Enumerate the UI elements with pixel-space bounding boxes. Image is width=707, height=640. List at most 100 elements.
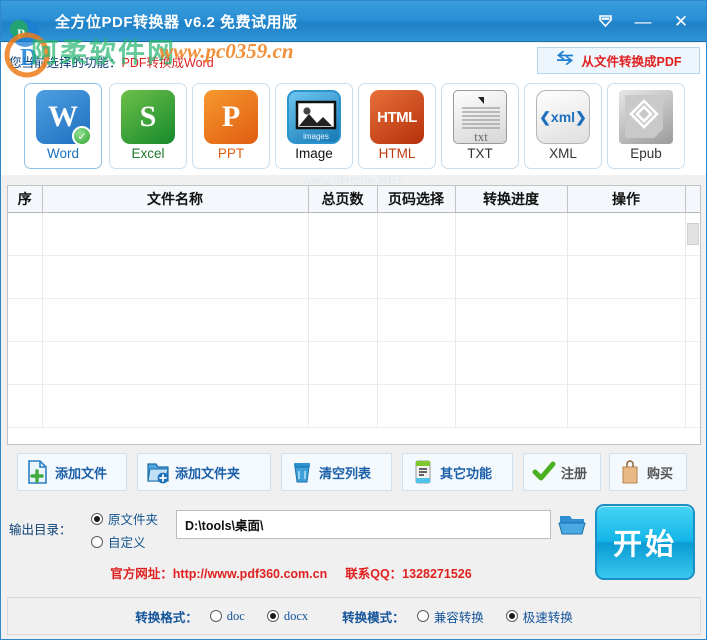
column-header-action[interactable]: 操作 <box>567 186 686 213</box>
converter-label-image: Image <box>295 146 333 161</box>
radio-custom-folder-label: 自定义 <box>108 536 146 550</box>
other-functions-label: 其它功能 <box>440 465 493 481</box>
other-functions-button[interactable]: 其它功能 <box>402 453 513 491</box>
add-file-button[interactable]: 添加文件 <box>17 453 127 491</box>
add-folder-button[interactable]: 添加文件夹 <box>137 453 271 491</box>
start-button[interactable]: 开始 <box>595 504 695 580</box>
function-row: 您当前选择的功能：PDF转换成Word 从文件转换成PDF <box>1 43 706 77</box>
cell-pagesel <box>377 341 456 385</box>
mode-fast-label: 极速转换 <box>522 610 573 625</box>
table-row[interactable] <box>8 212 700 256</box>
radio-custom-folder[interactable]: 自定义 <box>91 530 158 553</box>
register-label: 注册 <box>561 465 588 481</box>
converter-label-word: Word <box>46 146 79 161</box>
scrollbar-track-filler <box>685 341 700 385</box>
converter-button-excel[interactable]: S Excel <box>109 83 187 169</box>
clear-list-button[interactable]: 清空列表 <box>281 453 392 491</box>
output-directory-label: 输出目录： <box>9 523 72 537</box>
converter-button-html[interactable]: HTML HTML <box>358 83 436 169</box>
trash-icon <box>290 459 314 485</box>
cell-filename <box>42 212 309 256</box>
cell-pages <box>308 212 378 256</box>
converter-label-txt: TXT <box>467 146 493 161</box>
table-row[interactable] <box>8 341 700 385</box>
mode-compat-indicator[interactable] <box>416 610 429 622</box>
html-icon: HTML <box>370 90 424 144</box>
check-icon <box>532 459 556 485</box>
converter-button-xml[interactable]: ❮xml❯ XML <box>524 83 602 169</box>
mode-option-fast[interactable]: 极速转换 <box>505 607 573 626</box>
converter-button-txt[interactable]: txt TXT <box>441 83 519 169</box>
file-list-table[interactable]: 序 文件名称 总页数 页码选择 转换进度 操作 <box>7 185 701 445</box>
scrollbar-header-spacer <box>685 186 700 213</box>
image-icon: images <box>287 90 341 144</box>
output-mode-radio-group: 原文件夹 自定义 <box>91 507 158 553</box>
app-window: 全方位PDF转换器 v6.2 免费试用版 — ✕ P D 阿柔软件网 www.p… <box>0 0 707 640</box>
output-path-input[interactable]: D:\tools\桌面\ <box>176 510 551 539</box>
title-bar: 全方位PDF转换器 v6.2 免费试用版 — ✕ <box>1 1 706 42</box>
format-option-doc[interactable]: doc <box>209 609 245 624</box>
shopping-bag-icon <box>618 459 642 485</box>
file-plus-icon <box>26 459 50 485</box>
radio-source-folder-indicator[interactable] <box>91 512 103 525</box>
close-button[interactable]: ✕ <box>664 6 698 38</box>
table-row[interactable] <box>8 384 700 428</box>
converter-label-epub: Epub <box>630 146 662 161</box>
radio-custom-folder-indicator[interactable] <box>91 535 103 548</box>
folder-open-icon[interactable] <box>557 512 587 538</box>
converter-button-word[interactable]: W ✓ Word <box>24 83 102 169</box>
cell-filename <box>42 341 309 385</box>
column-header-pages[interactable]: 总页数 <box>308 186 378 213</box>
mode-compat-label: 兼容转换 <box>433 610 484 625</box>
xml-icon: ❮xml❯ <box>536 90 590 144</box>
svg-text:txt: txt <box>474 129 488 144</box>
start-button-label: 开始 <box>612 529 677 561</box>
cell-progress <box>455 255 568 299</box>
column-header-pagesel[interactable]: 页码选择 <box>377 186 456 213</box>
minimize-button[interactable]: — <box>626 6 660 38</box>
cell-action <box>567 298 686 342</box>
column-header-filename[interactable]: 文件名称 <box>42 186 309 213</box>
website-url[interactable]: http://www.pdf360.com.cn <box>173 567 327 581</box>
converter-button-ppt[interactable]: P PPT <box>192 83 270 169</box>
word-icon: W ✓ <box>36 90 92 146</box>
cell-filename <box>42 255 309 299</box>
collapse-down-icon[interactable] <box>588 6 622 38</box>
mode-option-compat[interactable]: 兼容转换 <box>416 607 484 626</box>
cell-index <box>8 212 43 256</box>
scrollbar-track[interactable] <box>685 212 700 256</box>
scrollbar-track-filler <box>685 298 700 342</box>
action-toolbar: 添加文件 添加文件夹 清空列表 其它功能 注册 购买 <box>7 453 701 493</box>
excel-icon: S <box>121 90 175 144</box>
table-row[interactable] <box>8 298 700 342</box>
cell-progress <box>455 341 568 385</box>
column-header-index[interactable]: 序 <box>8 186 43 213</box>
radio-source-folder[interactable]: 原文件夹 <box>91 507 158 530</box>
format-option-docx[interactable]: docx <box>266 609 308 624</box>
format-docx-indicator[interactable] <box>266 610 279 622</box>
current-function-label: 您当前选择的功能：PDF转换成Word <box>9 52 214 71</box>
swap-arrows-icon <box>555 50 575 71</box>
table-row[interactable] <box>8 255 700 299</box>
purchase-button[interactable]: 购买 <box>609 453 687 491</box>
current-function-value: PDF转换成Word <box>121 56 214 70</box>
scrollbar-thumb[interactable] <box>686 222 699 245</box>
cell-index <box>8 341 43 385</box>
format-doc-indicator[interactable] <box>209 610 222 622</box>
column-header-progress[interactable]: 转换进度 <box>455 186 568 213</box>
folder-plus-icon <box>146 459 170 485</box>
reverse-convert-button[interactable]: 从文件转换成PDF <box>537 47 700 74</box>
mode-fast-indicator[interactable] <box>505 610 518 622</box>
cell-progress <box>455 384 568 428</box>
cell-pages <box>308 255 378 299</box>
cell-action <box>567 384 686 428</box>
window-controls: — ✕ <box>588 1 698 42</box>
converter-label-ppt: PPT <box>217 146 245 161</box>
cell-pages <box>308 384 378 428</box>
converter-button-image[interactable]: images Image <box>275 83 353 169</box>
converter-button-epub[interactable]: Epub <box>607 83 685 169</box>
register-button[interactable]: 注册 <box>523 453 601 491</box>
epub-icon <box>619 90 673 144</box>
converter-label-html: HTML <box>378 146 416 161</box>
list-icon <box>411 459 435 485</box>
